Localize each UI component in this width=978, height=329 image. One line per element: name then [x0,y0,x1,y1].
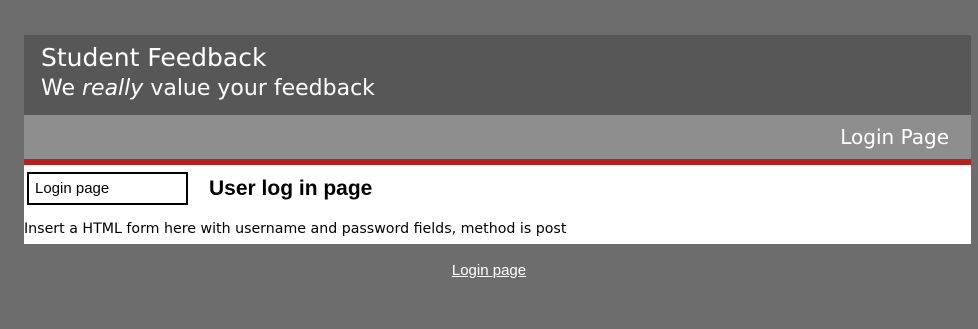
main-content: Login page User log in page Insert a HTM… [24,165,971,244]
site-header: Student Feedback We really value your fe… [24,35,971,115]
login-page-nav-link[interactable]: Login page [27,172,188,205]
site-tagline: We really value your feedback [41,74,971,104]
site-title: Student Feedback [41,43,267,72]
footer-login-link[interactable]: Login page [452,262,526,279]
page-label: Login Page [840,125,949,149]
page-label-bar: Login Page [24,115,971,159]
content-heading: User log in page [209,177,373,200]
content-body-text: Insert a HTML form here with username an… [24,221,567,237]
footer: Login page [0,260,978,282]
page-container: Student Feedback We really value your fe… [24,35,971,244]
tagline-prefix: We [41,76,75,101]
tagline-suffix: value your feedback [150,76,375,101]
tagline-emphasis: really [82,76,144,101]
